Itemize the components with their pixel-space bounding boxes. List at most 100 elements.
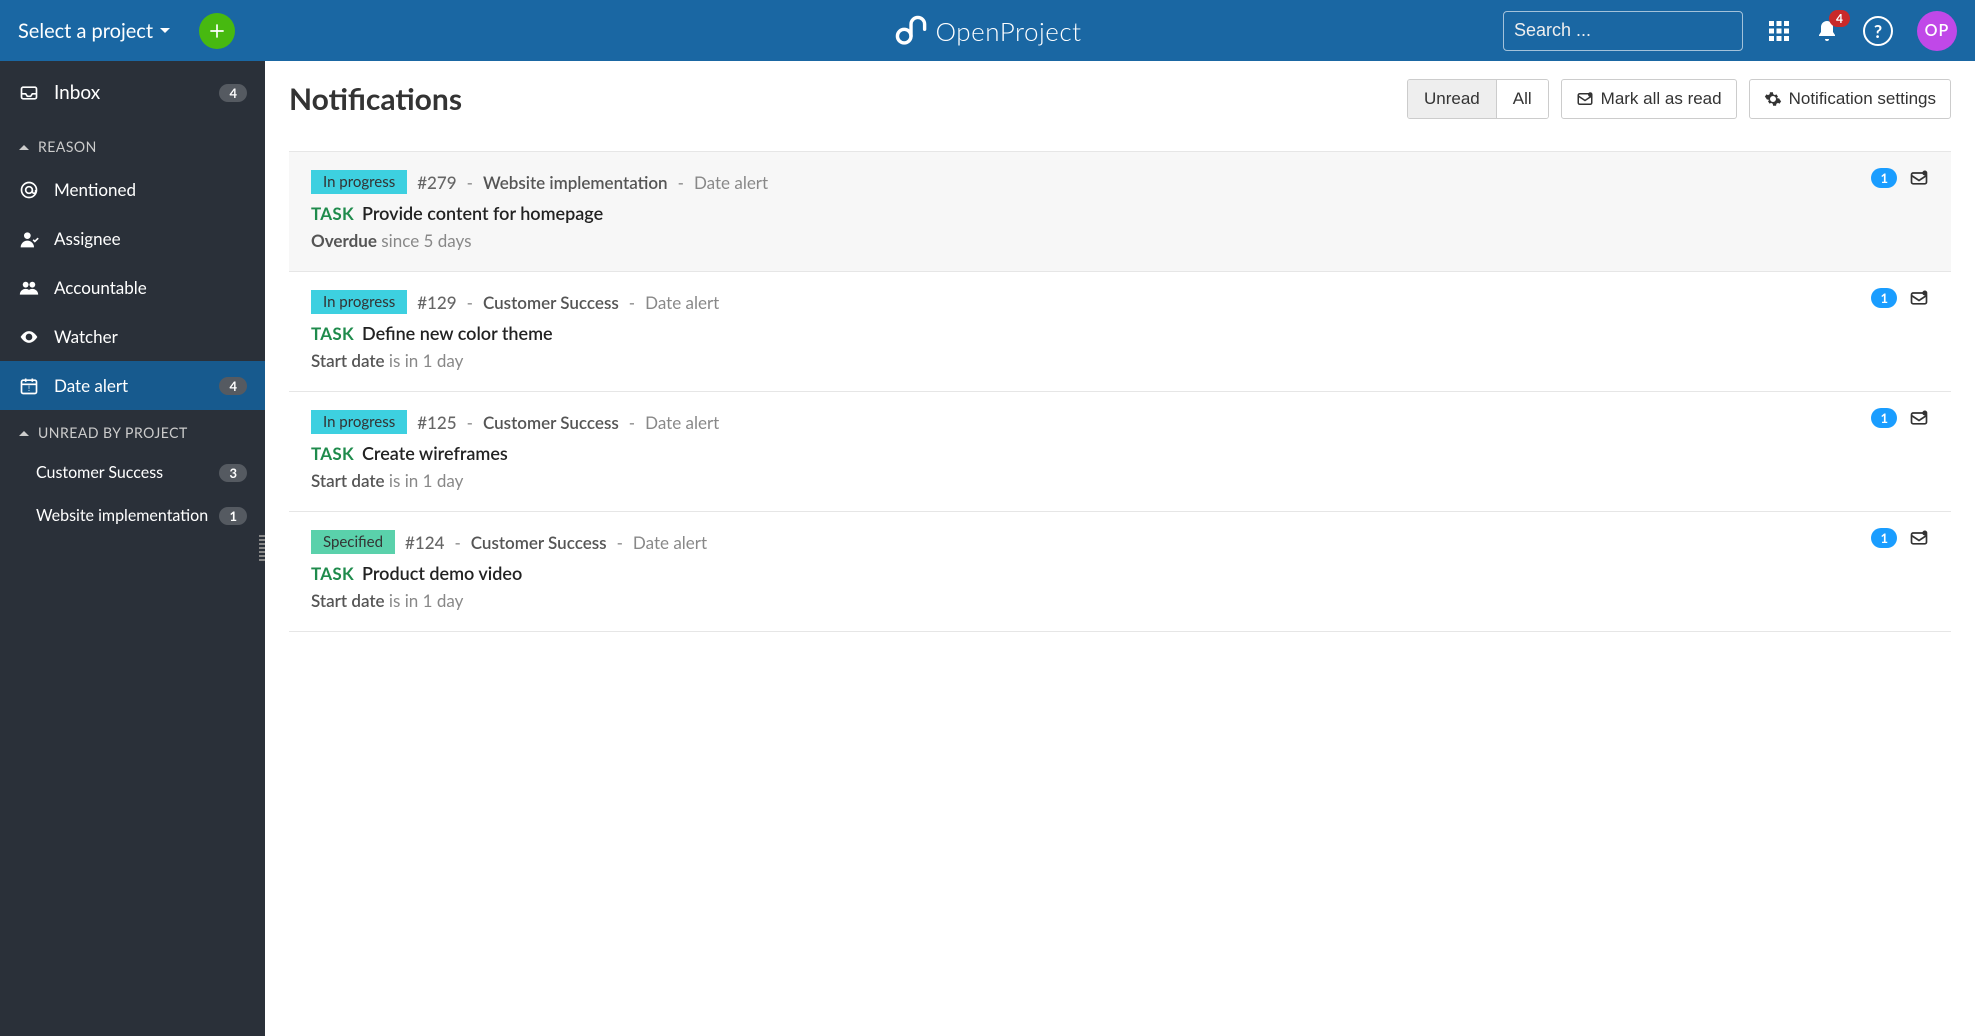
detail-label: Start date <box>311 350 385 371</box>
notification-settings-button[interactable]: Notification settings <box>1749 79 1951 119</box>
notification-count: 1 <box>1871 528 1897 548</box>
svg-text:!: ! <box>28 384 30 393</box>
notification-title-row: TASK Create wireframes <box>311 442 1929 464</box>
notification-meta: Specified#124-Customer Success-Date aler… <box>311 530 1929 554</box>
sidebar: Inbox 4 REASON Mentioned Assignee Accounta… <box>0 61 265 1036</box>
mark-read-button[interactable] <box>1909 408 1929 428</box>
sidebar-item-label: Accountable <box>54 277 247 298</box>
notification-detail: Start date is in 1 day <box>311 470 1929 491</box>
sidebar-project-website-implementation[interactable]: Website implementation1 <box>0 494 265 537</box>
project-name: Customer Success <box>483 292 619 313</box>
detail-label: Overdue <box>311 230 377 251</box>
sidebar-item-count: 4 <box>219 377 247 395</box>
notification-actions: 1 <box>1871 288 1929 308</box>
accountable-icon <box>18 278 40 298</box>
mark-read-icon <box>1576 90 1594 108</box>
plus-icon <box>207 21 227 41</box>
notification-title-row: TASKProduct demo video <box>311 562 1929 584</box>
work-package-title: Provide content for homepage <box>362 202 603 224</box>
modules-button[interactable] <box>1767 19 1791 43</box>
work-package-type: TASK <box>311 323 354 344</box>
work-package-id: #124 <box>405 532 444 553</box>
status-tag: In progress <box>311 410 407 434</box>
work-package-type: TASK <box>311 563 354 584</box>
detail-value: is in 1 day <box>389 350 463 371</box>
notification-meta: In progress#279-Website implementation-D… <box>311 170 1929 194</box>
filter-segmented: Unread All <box>1407 79 1549 119</box>
sidebar-item-assignee[interactable]: Assignee <box>0 214 265 263</box>
help-button[interactable]: ? <box>1863 16 1893 46</box>
gear-icon <box>1764 90 1782 108</box>
notification-actions: 1 <box>1871 408 1929 428</box>
work-package-id: #279 <box>417 172 456 193</box>
notification-card[interactable]: In progress#125-Customer Success-Date al… <box>289 392 1951 512</box>
filter-all[interactable]: All <box>1496 80 1548 118</box>
status-tag: In progress <box>311 170 407 194</box>
mentioned-icon <box>18 180 40 200</box>
sidebar-item-label: Assignee <box>54 228 247 249</box>
notification-card[interactable]: In progress#129-Customer Success-Date al… <box>289 272 1951 392</box>
top-header: Select a project OpenProject 4 ? OP <box>0 0 1975 61</box>
notification-reason: Date alert <box>633 532 707 553</box>
assignee-icon <box>18 229 40 249</box>
sidebar-item-date-alert[interactable]: ! Date alert4 <box>0 361 265 410</box>
status-tag: In progress <box>311 290 407 314</box>
work-package-type: TASK <box>311 443 354 464</box>
user-avatar[interactable]: OP <box>1917 11 1957 51</box>
sidebar-item-accountable[interactable]: Accountable <box>0 263 265 312</box>
mark-read-button[interactable] <box>1909 288 1929 308</box>
sidebar-item-label: Date alert <box>54 375 219 396</box>
detail-value: is in 1 day <box>389 470 463 491</box>
add-button[interactable] <box>199 13 235 49</box>
mark-all-read-button[interactable]: Mark all as read <box>1561 79 1737 119</box>
mark-all-read-label: Mark all as read <box>1601 89 1722 109</box>
notification-card[interactable]: In progress#279-Website implementation-D… <box>289 151 1951 272</box>
page-header: Notifications Unread All Mark all as rea… <box>289 79 1951 119</box>
status-tag: Specified <box>311 530 395 554</box>
date-alert-icon: ! <box>18 376 40 396</box>
notification-count: 1 <box>1871 408 1897 428</box>
notification-settings-label: Notification settings <box>1789 89 1936 109</box>
notification-count: 1 <box>1871 288 1897 308</box>
mark-read-button[interactable] <box>1909 168 1929 188</box>
notification-meta: In progress#125-Customer Success-Date al… <box>311 410 1929 434</box>
detail-value: is in 1 day <box>389 590 463 611</box>
sidebar-project-customer-success[interactable]: Customer Success3 <box>0 451 265 494</box>
sidebar-project-count: 1 <box>219 507 247 525</box>
notification-meta: In progress#129-Customer Success-Date al… <box>311 290 1929 314</box>
work-package-id: #125 <box>417 412 456 433</box>
sidebar-section-projects[interactable]: UNREAD BY PROJECT <box>0 410 265 451</box>
work-package-title: Create wireframes <box>362 442 508 464</box>
main-content: Notifications Unread All Mark all as rea… <box>265 61 1975 1036</box>
openproject-logo-icon <box>894 14 928 48</box>
sidebar-item-mentioned[interactable]: Mentioned <box>0 165 265 214</box>
chevron-up-icon <box>18 427 30 439</box>
project-selector-label: Select a project <box>18 19 153 43</box>
notification-actions: 1 <box>1871 528 1929 548</box>
mark-read-button[interactable] <box>1909 528 1929 548</box>
brand-logo[interactable]: OpenProject <box>894 14 1082 48</box>
sidebar-resize-handle[interactable] <box>259 535 265 563</box>
sidebar-section-reason[interactable]: REASON <box>0 124 265 165</box>
section-projects-label: UNREAD BY PROJECT <box>38 424 188 441</box>
notification-detail: Overdue since 5 days <box>311 230 1929 251</box>
sidebar-inbox[interactable]: Inbox 4 <box>0 61 265 124</box>
detail-value: since 5 days <box>381 230 471 251</box>
global-search[interactable] <box>1503 11 1743 51</box>
notifications-button[interactable]: 4 <box>1815 19 1839 43</box>
sidebar-item-watcher[interactable]: Watcher <box>0 312 265 361</box>
notification-count-badge: 4 <box>1829 10 1850 27</box>
project-selector[interactable]: Select a project <box>18 19 171 43</box>
filter-unread[interactable]: Unread <box>1408 80 1496 118</box>
work-package-type: TASK <box>311 203 354 224</box>
notification-title-row: TASKDefine new color theme <box>311 322 1929 344</box>
notification-count: 1 <box>1871 168 1897 188</box>
notification-list: In progress#279-Website implementation-D… <box>289 151 1951 632</box>
notification-card[interactable]: Specified#124-Customer Success-Date aler… <box>289 512 1951 632</box>
sidebar-inbox-count: 4 <box>219 84 247 102</box>
search-input[interactable] <box>1514 20 1746 41</box>
watcher-icon <box>18 327 40 347</box>
notification-actions: 1 <box>1871 168 1929 188</box>
avatar-initials: OP <box>1925 21 1950 40</box>
notification-detail: Start date is in 1 day <box>311 590 1929 611</box>
